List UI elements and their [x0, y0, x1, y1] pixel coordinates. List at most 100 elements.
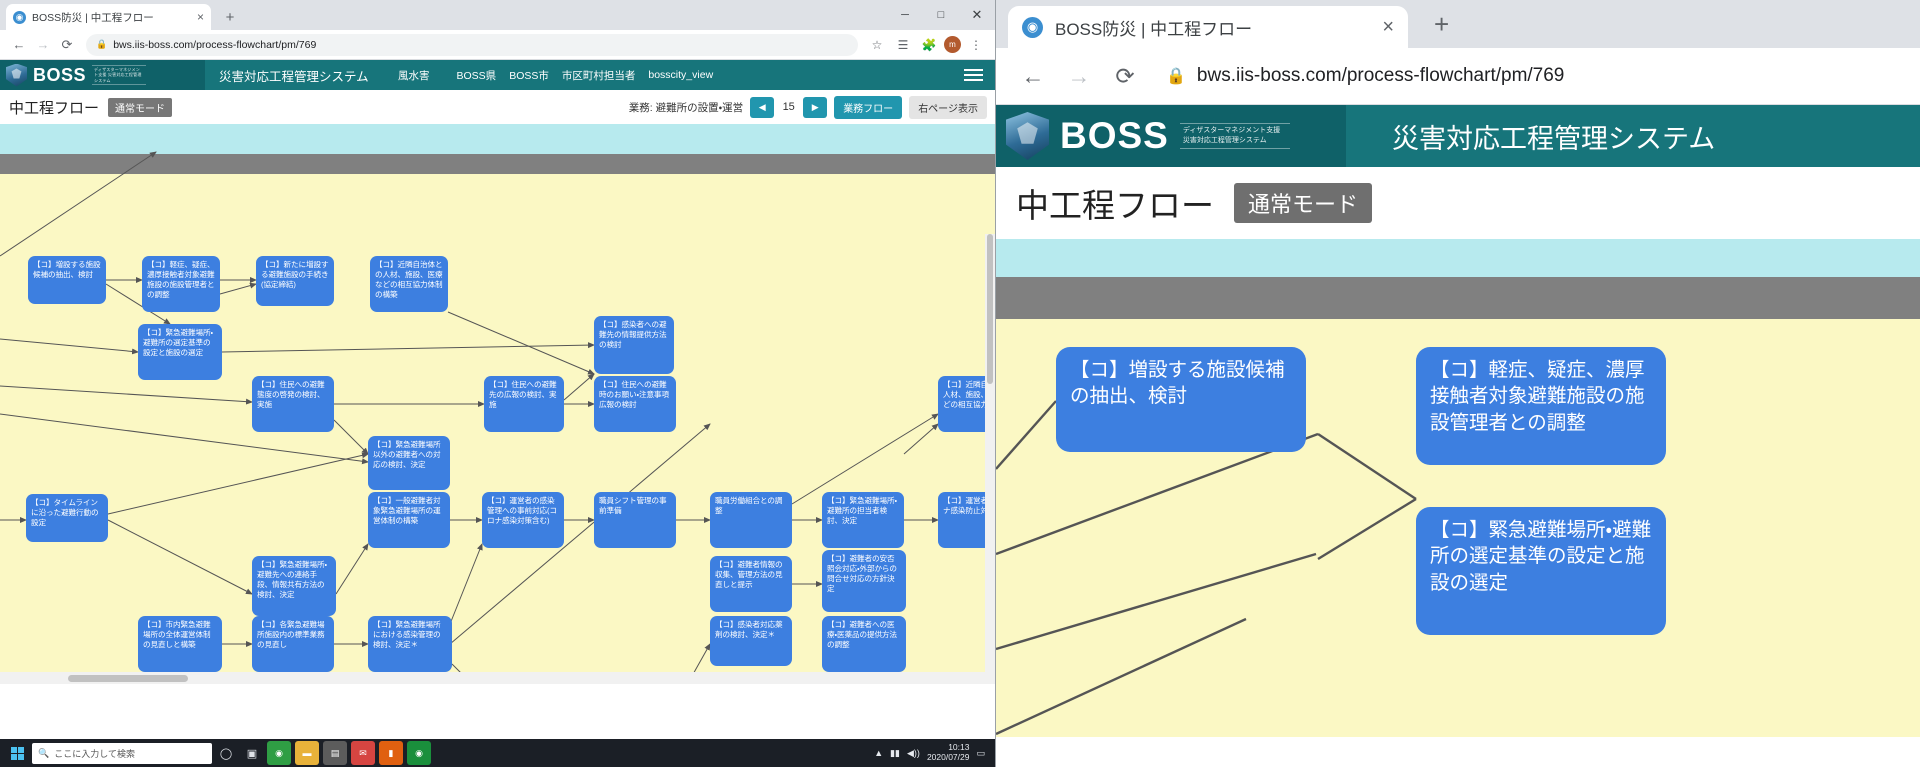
right-page-display-button[interactable]: 右ページ表示 — [909, 95, 987, 119]
flowchart-canvas[interactable]: 【コ】増設する施設候補の抽出、検討 【コ】軽症、疑症、濃厚接触者対象避難施設の施設… — [0, 124, 995, 684]
prev-page-button[interactable]: ◀ — [750, 96, 775, 118]
flow-node[interactable]: 【コ】タイムラインに沿った避難行動の設定 — [26, 494, 108, 542]
new-tab-button[interactable]: + — [1434, 9, 1449, 40]
forward-icon[interactable]: → — [32, 34, 54, 56]
windows-start-icon[interactable] — [4, 741, 30, 765]
browser-tab[interactable]: ◉ BOSS防災 | 中工程フロー × — [6, 4, 211, 30]
forward-icon[interactable]: → — [1060, 57, 1098, 95]
horizontal-scrollbar[interactable] — [0, 672, 995, 684]
vertical-scrollbar[interactable] — [985, 234, 995, 684]
reload-icon[interactable]: ⟳ — [1106, 57, 1144, 95]
extensions-puzzle-icon[interactable]: 🧩 — [918, 34, 940, 56]
task-view-icon[interactable]: ◯ — [214, 741, 238, 765]
flow-node[interactable]: 【コ】各緊急避難場所施設内の標準業務の見直し — [252, 616, 334, 672]
taskbar-search-input[interactable]: 🔍 ここに入力して検索 — [32, 742, 212, 764]
close-icon[interactable]: × — [197, 10, 204, 24]
store-icon[interactable]: ▤ — [323, 741, 347, 765]
brand-logo[interactable]: BOSS ディザスターマネジメント支援 災害対応工程管理システム — [0, 60, 205, 90]
browser-tab-zoomed[interactable]: ◉ BOSS防災 | 中工程フロー × — [1008, 6, 1408, 48]
boss-crest-icon — [6, 63, 27, 87]
browser-window-left: ◉ BOSS防災 | 中工程フロー × + ─ □ ✕ ← → ⟳ 🔒 bws.… — [0, 0, 995, 767]
address-bar-zoomed[interactable]: 🔒 bws.iis-boss.com/process-flowchart/pm/… — [1152, 65, 1902, 87]
mode-badge: 通常モード — [108, 97, 173, 117]
bookmark-star-icon[interactable]: ☆ — [866, 34, 888, 56]
brand-subtitle: ディザスターマネジメント支援 災害対応工程管理システム — [1179, 123, 1290, 149]
page-number: 15 — [782, 101, 795, 113]
flow-node[interactable]: 【コ】感染者対応薬剤の検討、決定＊ — [710, 616, 792, 666]
flow-node[interactable]: 【コ】避難者の安否照会対応・外部からの問合せ対応の方針決定 — [822, 550, 906, 612]
flow-node[interactable]: 【コ】緊急避難場所・避難所の選定基準の設定と施設の選定 — [138, 324, 222, 380]
omnibox-bar-zoomed: ← → ⟳ 🔒 bws.iis-boss.com/process-flowcha… — [996, 48, 1920, 105]
back-icon[interactable]: ← — [8, 34, 30, 56]
page-toolbar: 中工程フロー 通常モード 業務: 避難所の設置・運営 ◀ 15 ▶ 業務フロー … — [0, 90, 995, 124]
nav-item-boss-shi[interactable]: BOSS市 — [509, 68, 549, 83]
taskbar-clock[interactable]: 10:13 2020/07/29 — [927, 742, 970, 763]
flow-node-zoomed[interactable]: 【コ】増設する施設候補の抽出、検討 — [1056, 347, 1306, 452]
chrome-active-icon[interactable]: ◉ — [407, 741, 431, 765]
tab-title: BOSS防災 | 中工程フロー — [32, 11, 154, 24]
flow-node[interactable]: 【コ】新たに増設する避難施設の手続き(協定締結) — [256, 256, 334, 306]
chrome-icon[interactable]: ◉ — [267, 741, 291, 765]
system-title: 災害対応工程管理システム — [1392, 123, 1716, 154]
flow-node[interactable]: 職員シフト管理の事前準備 — [594, 492, 676, 548]
business-flow-button[interactable]: 業務フロー — [834, 95, 903, 119]
url-text: bws.iis-boss.com/process-flowchart/pm/76… — [1196, 65, 1565, 86]
nav-item-municipal-staff[interactable]: 市区町村担当者 — [562, 68, 636, 83]
folder-icon[interactable]: ▬ — [295, 741, 319, 765]
globe-icon: ◉ — [13, 10, 26, 24]
cortana-icon[interactable]: ▣ — [240, 741, 264, 765]
chrome-menu-icon[interactable]: ⋮ — [965, 34, 987, 56]
new-tab-button[interactable]: + — [220, 9, 240, 26]
close-icon[interactable]: × — [1382, 16, 1394, 39]
url-text: bws.iis-boss.com/process-flowchart/pm/76… — [113, 38, 317, 51]
flow-node-zoomed[interactable]: 【コ】軽症、疑症、濃厚接触者対象避難施設の施設管理者との調整 — [1416, 347, 1666, 465]
flow-node[interactable]: 【コ】避難者への医療・医薬品の提供方法の調整 — [822, 616, 906, 672]
flow-node-zoomed[interactable]: 【コ】緊急避難場所・避難所の選定基準の設定と施設の選定 — [1416, 507, 1666, 635]
flow-node[interactable]: 【コ】近隣自治体との人材、施設、医療などの相互協力体制の構築 — [370, 256, 448, 312]
notification-icon[interactable]: ▭ — [976, 748, 985, 759]
next-page-button[interactable]: ▶ — [803, 96, 828, 118]
nav-item-bosscity-view[interactable]: bosscity_view — [648, 69, 713, 81]
windows-taskbar: 🔍 ここに入力して検索 ◯ ▣ ◉ ▬ ▤ ✉ ▮ ◉ ▲ ▮▮ ◀)) 10:… — [0, 739, 995, 767]
back-icon[interactable]: ← — [1014, 57, 1052, 95]
profile-avatar[interactable]: m — [944, 36, 961, 53]
network-icon[interactable]: ▮▮ — [890, 748, 900, 759]
menu-icon[interactable] — [964, 60, 983, 90]
minimize-button[interactable]: ─ — [887, 0, 923, 30]
flow-node[interactable]: 【コ】軽症、疑症、濃厚接触者対象避難施設の施設管理者との調整 — [142, 256, 220, 312]
window-controls: ─ □ ✕ — [887, 0, 995, 30]
flow-node[interactable]: 【コ】増設する施設候補の抽出、検討 — [28, 256, 106, 304]
reading-list-icon[interactable]: ☰ — [892, 34, 914, 56]
flow-node[interactable]: 職員労働組合との調整 — [710, 492, 792, 548]
brand-logo[interactable]: BOSS ディザスターマネジメント支援 災害対応工程管理システム — [996, 105, 1346, 167]
maximize-button[interactable]: □ — [923, 0, 959, 30]
flow-node[interactable]: 【コ】市内緊急避難場所の全体運営体制の見直しと構築 — [138, 616, 222, 672]
clock-time: 10:13 — [948, 742, 970, 753]
brand-name: BOSS — [1060, 115, 1169, 156]
volume-icon[interactable]: ◀)) — [907, 748, 920, 759]
flowchart-canvas-zoomed[interactable]: 【コ】増設する施設候補の抽出、検討 【コ】軽症、疑症、濃厚接触者対象避難施設の施… — [996, 319, 1920, 737]
nav-item-boss-ken[interactable]: BOSS県 — [457, 68, 497, 83]
window-close-button[interactable]: ✕ — [959, 0, 995, 30]
flow-node[interactable]: 【コ】緊急避難場所・避難所の担当者検討、決定 — [822, 492, 904, 548]
address-bar[interactable]: 🔒 bws.iis-boss.com/process-flowchart/pm/… — [86, 33, 858, 56]
flow-node[interactable]: 【コ】緊急避難場所・避難先への連絡手段、情報共有方法の検討、決定 — [252, 556, 336, 616]
excel-icon[interactable]: ▮ — [379, 741, 403, 765]
boss-crest-icon — [1006, 112, 1049, 160]
flow-node[interactable]: 【コ】緊急避難場所における感染管理の検討、決定＊ — [368, 616, 452, 672]
flow-node[interactable]: 【コ】住民への避難先の広報の検討、実施 — [484, 376, 564, 432]
search-placeholder: ここに入力して検索 — [54, 748, 135, 759]
flow-node[interactable]: 【コ】住民への避難態度の啓発の検討、実施 — [252, 376, 334, 432]
flow-node[interactable]: 【コ】緊急避難場所以外の避難者への対応の検討、決定 — [368, 436, 450, 490]
mail-icon[interactable]: ✉ — [351, 741, 375, 765]
header-nav: 風水害 BOSS県 BOSS市 市区町村担当者 bosscity_view — [398, 60, 713, 90]
flow-node[interactable]: 【コ】住民への避難時のお願い・注意事項広報の検討 — [594, 376, 676, 432]
tray-expand-icon[interactable]: ▲ — [874, 748, 883, 758]
flow-node[interactable]: 【コ】一般避難者対象緊急避難場所の運営体制の構築 — [368, 492, 450, 548]
reload-icon[interactable]: ⟳ — [56, 34, 78, 56]
brand-name: BOSS — [33, 64, 87, 85]
flow-node[interactable]: 【コ】運営者の感染管理への事前対応(コロナ感染対策含む) — [482, 492, 564, 548]
flow-node[interactable]: 【コ】感染者への避難先の情報提供方法の検討 — [594, 316, 674, 374]
flow-node[interactable]: 【コ】避難者情報の収集、管理方法の見直しと提示 — [710, 556, 792, 612]
search-icon: 🔍 — [38, 747, 50, 758]
